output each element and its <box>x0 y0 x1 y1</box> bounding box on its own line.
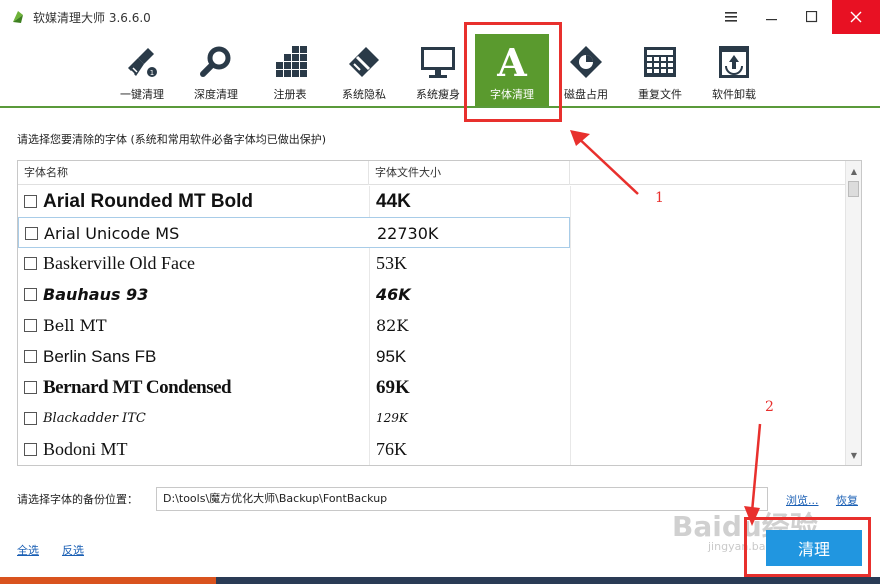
tool-label: 系统隐私 <box>342 88 386 101</box>
tool-label: 磁盘占用 <box>564 88 608 101</box>
row-checkbox[interactable] <box>24 288 37 301</box>
row-checkbox[interactable] <box>24 319 37 332</box>
invert-selection-link[interactable]: 反选 <box>62 542 84 558</box>
menu-button[interactable] <box>712 0 752 34</box>
font-size: 95K <box>376 347 407 366</box>
column-header-name[interactable]: 字体名称 <box>18 161 369 185</box>
row-checkbox[interactable] <box>24 350 37 363</box>
font-name: Blackadder ITC <box>43 411 146 426</box>
tool-privacy[interactable]: 系统隐私 <box>327 34 401 106</box>
annotation-arrow-2 <box>744 423 762 526</box>
table-row[interactable]: Arial Unicode MS 22730K <box>18 217 570 248</box>
font-size: 46K <box>376 285 411 304</box>
row-checkbox[interactable] <box>24 412 37 425</box>
table-row[interactable]: Baskerville Old Face 53K <box>18 248 570 279</box>
row-checkbox[interactable] <box>24 443 37 456</box>
font-size: 129K <box>376 411 408 425</box>
column-header-size[interactable]: 字体文件大小 <box>369 161 570 185</box>
minimize-button[interactable] <box>752 0 792 34</box>
list-hint: 请选择您要清除的字体 (系统和常用软件必备字体均已做出保护) <box>17 133 327 146</box>
window-title: 软媒清理大师 3.6.6.0 <box>33 11 151 25</box>
table-row[interactable]: Bodoni MT 76K <box>18 434 570 465</box>
table-row[interactable]: Berlin Sans FB 95K <box>18 341 570 372</box>
hamburger-icon <box>725 12 737 22</box>
tool-label: 深度清理 <box>194 88 238 101</box>
privacy-eraser-icon <box>349 47 379 77</box>
table-row[interactable]: Arial Rounded MT Bold 44K <box>18 186 570 217</box>
font-name: Bauhaus 93 <box>43 285 149 304</box>
font-rows: Arial Rounded MT Bold 44K Arial Unicode … <box>18 186 846 465</box>
font-size: 69K <box>376 377 410 398</box>
tool-one-click-clean[interactable]: 1 一键清理 <box>105 34 179 106</box>
font-size: 53K <box>376 253 407 273</box>
magnifier-icon <box>200 46 231 77</box>
font-list: 字体名称 字体文件大小 Arial Rounded MT Bold 44K Ar… <box>17 160 862 466</box>
font-name: Bell MT <box>43 316 107 335</box>
font-size: 44K <box>376 191 411 212</box>
row-checkbox[interactable] <box>24 195 37 208</box>
close-button[interactable] <box>832 0 880 34</box>
scroll-thumb[interactable] <box>848 181 859 197</box>
font-name: Arial Unicode MS <box>44 224 180 243</box>
scroll-down-icon[interactable]: ▼ <box>846 447 861 463</box>
duplicate-grid-icon <box>644 47 676 77</box>
annotation-number-1: 1 <box>655 190 664 206</box>
list-header: 字体名称 字体文件大小 <box>18 161 846 185</box>
disk-pie-icon <box>570 46 602 78</box>
title-bar: 软媒清理大师 3.6.6.0 <box>0 0 880 34</box>
tool-label: 软件卸载 <box>712 88 756 101</box>
tool-deep-clean[interactable]: 深度清理 <box>179 34 253 106</box>
svg-text:1: 1 <box>150 69 154 77</box>
tool-label: 系统瘦身 <box>416 88 460 101</box>
tool-label: 重复文件 <box>638 88 682 101</box>
scroll-up-icon[interactable]: ▲ <box>846 163 861 179</box>
restore-link[interactable]: 恢复 <box>836 492 858 508</box>
taskbar-start[interactable] <box>0 577 216 584</box>
annotation-highlight-font-clean <box>464 22 562 122</box>
list-scrollbar[interactable]: ▲ ▼ <box>845 161 861 465</box>
table-row[interactable]: Bauhaus 93 46K <box>18 279 570 310</box>
font-name: Bernard MT Condensed <box>43 377 232 398</box>
annotation-arrow-1 <box>570 130 639 195</box>
main-toolbar: 1 一键清理 深度清理 注册表 系统隐私 系统瘦身 A 字体清理 磁盘占用 重复… <box>0 34 880 108</box>
backup-location-label: 请选择字体的备份位置： <box>17 493 138 506</box>
font-name: Bodoni MT <box>43 439 128 459</box>
broom-icon: 1 <box>128 48 157 77</box>
font-name: Baskerville Old Face <box>43 253 195 273</box>
row-checkbox[interactable] <box>24 257 37 270</box>
app-logo-icon <box>13 11 23 23</box>
annotation-number-2: 2 <box>765 399 774 415</box>
maximize-icon <box>806 11 818 23</box>
font-name: Arial Rounded MT Bold <box>43 191 254 212</box>
row-checkbox[interactable] <box>25 227 38 240</box>
minimize-icon <box>766 19 777 21</box>
table-row[interactable]: Bernard MT Condensed 69K <box>18 372 570 403</box>
tool-duplicate-files[interactable]: 重复文件 <box>623 34 697 106</box>
font-size: 76K <box>376 439 407 459</box>
recycle-bin-icon <box>719 46 749 78</box>
font-size: 22730K <box>377 224 439 243</box>
tool-uninstall[interactable]: 软件卸载 <box>697 34 771 106</box>
taskbar <box>0 577 880 584</box>
monitor-icon <box>421 47 455 78</box>
registry-blocks-icon <box>276 46 307 77</box>
close-icon <box>850 11 862 23</box>
tool-registry[interactable]: 注册表 <box>253 34 327 106</box>
table-row[interactable]: Bell MT 82K <box>18 310 570 341</box>
font-size: 82K <box>376 316 409 335</box>
maximize-button[interactable] <box>792 0 832 34</box>
tool-label: 注册表 <box>273 88 307 101</box>
row-checkbox[interactable] <box>24 381 37 394</box>
font-name: Berlin Sans FB <box>43 347 157 366</box>
select-all-link[interactable]: 全选 <box>17 542 39 558</box>
table-row[interactable]: Blackadder ITC 129K <box>18 403 570 434</box>
tool-label: 一键清理 <box>120 88 164 101</box>
